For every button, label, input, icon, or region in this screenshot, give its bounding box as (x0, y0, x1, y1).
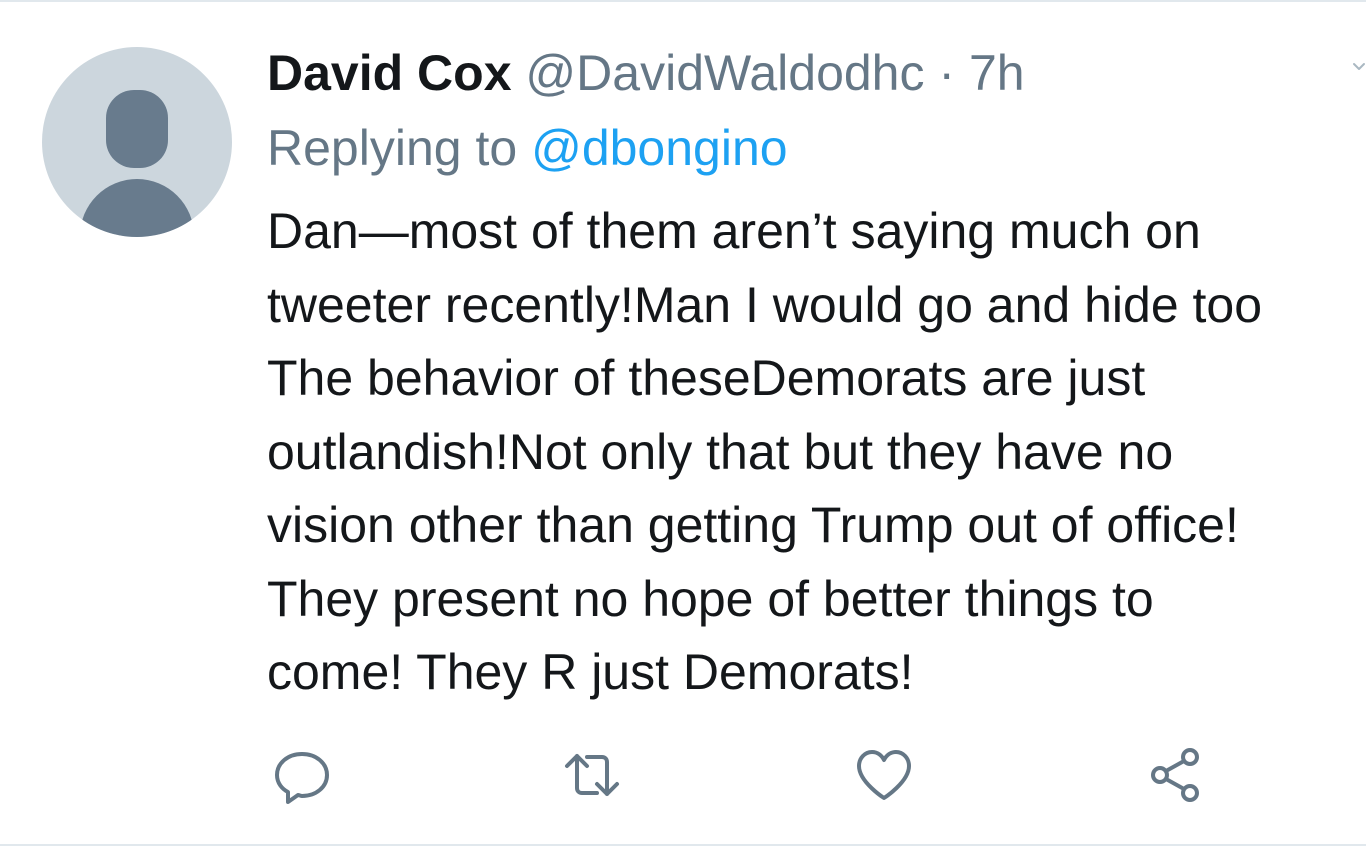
tweet-text-line: tweeter recently!Man I would go and hide… (267, 276, 1263, 333)
tweet-text-line: vision other than getting Trump out of o… (267, 497, 1239, 553)
like-icon (857, 750, 911, 800)
chevron-down-icon[interactable] (1352, 60, 1366, 74)
tweet-text-line: They present no hope of better things to (267, 570, 1154, 627)
author-handle[interactable]: @DavidWaldodhc (525, 45, 924, 101)
tweet-header: David Cox @DavidWaldodhc · 7h (267, 44, 1025, 102)
like-button[interactable] (851, 742, 917, 808)
avatar-body-shape (80, 179, 194, 237)
share-icon (1151, 748, 1199, 802)
avatar-head-shape (106, 90, 168, 168)
tweet-text-line: outlandish!Not only that but they have n… (267, 423, 1174, 480)
replying-to-label: Replying to (267, 120, 518, 176)
reply-icon (275, 752, 329, 804)
tweet-text: Dan—most of them aren’t saying much on t… (267, 195, 1366, 710)
tweet-time[interactable]: 7h (969, 45, 1025, 101)
reply-mention-link[interactable]: @dbongino (531, 120, 788, 176)
share-button[interactable] (1143, 742, 1209, 808)
avatar[interactable] (42, 47, 232, 237)
tweet-text-line: The behavior of theseDemorats are just (267, 350, 1146, 406)
author-name[interactable]: David Cox (267, 45, 512, 101)
tweet-card[interactable]: David Cox @DavidWaldodhc · 7h Replying t… (0, 0, 1366, 846)
tweet-actions (267, 742, 1366, 808)
tweet-text-line: Dan—most of them aren’t saying much on (267, 203, 1201, 259)
retweet-button[interactable] (559, 742, 625, 808)
replying-to-line: Replying to @dbongino (267, 119, 788, 177)
retweet-icon (565, 754, 619, 796)
separator-dot: · (938, 45, 956, 101)
reply-button[interactable] (269, 742, 335, 808)
tweet-text-line: come! They R just Demorats! (267, 644, 914, 700)
